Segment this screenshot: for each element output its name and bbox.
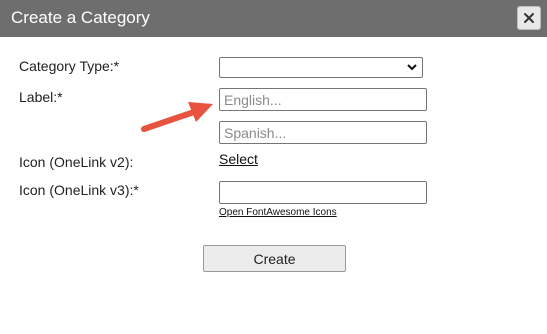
label-english-input[interactable]: [219, 88, 427, 111]
category-type-label: Category Type:*: [19, 58, 120, 74]
icon-v2-select-link[interactable]: Select: [219, 151, 258, 167]
label-spanish-input[interactable]: [219, 121, 427, 144]
close-icon: [524, 13, 534, 23]
create-category-dialog: Create a Category Category Type:* Label:…: [0, 0, 547, 334]
arrow-icon: [141, 102, 213, 132]
create-button[interactable]: Create: [203, 245, 346, 272]
close-button[interactable]: [517, 6, 541, 30]
icon-v3-label: Icon (OneLink v3):*: [19, 182, 139, 198]
icon-v3-input[interactable]: [219, 181, 427, 204]
chevron-down-icon: [407, 64, 417, 71]
category-type-select[interactable]: [219, 57, 423, 78]
open-fontawesome-link[interactable]: Open FontAwesome Icons: [219, 207, 337, 218]
dialog-title: Create a Category: [11, 8, 150, 27]
icon-v2-label: Icon (OneLink v2):: [19, 154, 134, 170]
dialog-titlebar: Create a Category: [0, 0, 547, 37]
label-field-label: Label:*: [19, 89, 63, 105]
